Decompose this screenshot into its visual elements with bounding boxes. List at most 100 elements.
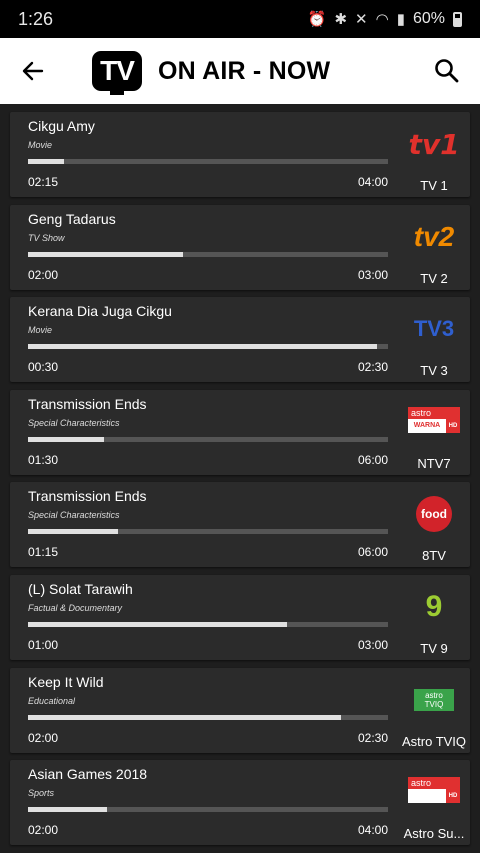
progress-fill bbox=[28, 159, 64, 164]
channel-name: TV 2 bbox=[420, 270, 448, 286]
program-card[interactable]: Transmission Ends Special Characteristics… bbox=[10, 482, 470, 568]
program-card[interactable]: Kerana Dia Juga Cikgu Movie 00:30 02:30 TV3 T… bbox=[10, 297, 470, 383]
program-card[interactable]: Cikgu Amy Movie 02:15 04:00 tv1 TV 1 bbox=[10, 112, 470, 197]
astro-logo-sub: WARNA bbox=[408, 418, 446, 433]
start-time: 00:30 bbox=[28, 360, 59, 375]
end-time: 06:00 bbox=[358, 545, 389, 560]
channel-logo: astro WARNA HD bbox=[406, 402, 462, 442]
program-genre: Special Characteristics bbox=[28, 510, 120, 521]
program-card[interactable]: (L) Solat Tarawih Factual & Documentary 01… bbox=[10, 574, 470, 660]
search-icon bbox=[435, 59, 459, 83]
progress-bar bbox=[28, 529, 388, 535]
food-network-logo: food bbox=[416, 496, 452, 533]
progress-bar bbox=[28, 807, 388, 813]
program-genre: Movie bbox=[28, 325, 53, 336]
program-title: Cikgu Amy bbox=[28, 118, 95, 134]
program-title: (L) Solat Tarawih bbox=[28, 580, 133, 597]
battery-icon bbox=[453, 11, 462, 27]
program-genre: Special Characteristics bbox=[28, 417, 120, 428]
end-time: 04:00 bbox=[358, 823, 389, 838]
tv1-logo: tv1 bbox=[408, 127, 460, 161]
program-card[interactable]: Keep It Wild Educational 02:00 02:30 astro TV… bbox=[10, 667, 470, 753]
program-card[interactable]: Geng Tadarus TV Show 02:00 03:00 tv2 TV 2 bbox=[10, 204, 470, 290]
tviq-logo: astro TVIQ bbox=[414, 688, 454, 711]
back-button[interactable] bbox=[18, 56, 48, 86]
search-button[interactable] bbox=[432, 56, 462, 86]
end-time: 02:30 bbox=[358, 360, 389, 375]
tv3-logo: TV3 bbox=[413, 316, 455, 342]
progress-fill bbox=[28, 529, 118, 535]
hd-badge: HD bbox=[446, 789, 460, 804]
progress-bar bbox=[28, 344, 388, 350]
channel-name: 8TV bbox=[422, 548, 446, 564]
astro-logo: astro HD bbox=[408, 777, 460, 807]
alarm-icon: ⏰ bbox=[307, 11, 327, 28]
program-card[interactable]: Transmission Ends Special Characteristics… bbox=[10, 389, 470, 475]
end-time: 04:00 bbox=[358, 175, 389, 189]
program-card[interactable]: Asian Games 2018 Sports 02:00 04:00 astro HD A… bbox=[10, 760, 470, 846]
progress-fill bbox=[28, 344, 378, 350]
arrow-left-icon bbox=[22, 61, 44, 81]
channel-logo: food bbox=[406, 494, 462, 534]
app-bar: TV ON AIR - NOW bbox=[0, 38, 480, 104]
program-title: Asian Games 2018 bbox=[28, 766, 148, 783]
end-time: 06:00 bbox=[358, 452, 389, 467]
progress-bar bbox=[28, 251, 388, 257]
program-genre: Movie bbox=[28, 140, 53, 150]
program-title: Transmission Ends bbox=[28, 395, 147, 412]
tv-logo: TV bbox=[92, 51, 142, 95]
channel-logo: tv2 bbox=[406, 217, 462, 257]
tv2-logo: tv2 bbox=[413, 220, 455, 252]
program-list: Cikgu Amy Movie 02:15 04:00 tv1 TV 1 Geng Tada… bbox=[0, 104, 480, 846]
channel-name: TV 9 bbox=[420, 640, 448, 656]
status-icons: ⏰ ✱ ✕ ◠ ▮ 60% bbox=[308, 10, 462, 28]
astro-logo-bottom: WARNA HD bbox=[408, 418, 460, 433]
tv9-logo: 9 bbox=[425, 589, 443, 623]
app-brand: TV ON AIR - NOW bbox=[92, 51, 331, 95]
channel-name: Astro TVIQ bbox=[401, 733, 467, 749]
end-time: 03:00 bbox=[358, 637, 389, 652]
progress-bar bbox=[28, 436, 388, 442]
status-time: 1:26 bbox=[18, 8, 54, 29]
channel-name: Astro Su... bbox=[403, 826, 465, 842]
tviq-logo-sub: TVIQ bbox=[424, 699, 444, 709]
channel-logo: astro HD bbox=[406, 772, 462, 812]
astro-logo-top: astro bbox=[408, 406, 460, 419]
program-genre: Sports bbox=[28, 788, 55, 799]
page-title: ON AIR - NOW bbox=[158, 56, 331, 85]
channel-name: TV 3 bbox=[420, 363, 448, 379]
hd-badge: HD bbox=[446, 418, 460, 433]
progress-fill bbox=[28, 436, 104, 442]
start-time: 01:15 bbox=[28, 545, 59, 560]
start-time: 02:00 bbox=[28, 267, 59, 282]
program-title: Kerana Dia Juga Cikgu bbox=[28, 303, 172, 320]
channel-logo: tv1 bbox=[406, 124, 462, 164]
start-time: 01:00 bbox=[28, 637, 59, 652]
astro-logo-bottom: HD bbox=[408, 789, 460, 804]
channel-logo: astro TVIQ bbox=[406, 680, 462, 720]
astro-logo-sub bbox=[408, 789, 446, 804]
bluetooth-icon: ✱ bbox=[334, 11, 348, 28]
start-time: 02:15 bbox=[28, 175, 59, 189]
wifi-icon: ◠ bbox=[375, 11, 389, 28]
program-genre: Educational bbox=[28, 695, 76, 706]
astro-logo-top: astro bbox=[408, 777, 460, 790]
progress-bar bbox=[28, 159, 388, 164]
program-title: Transmission Ends bbox=[28, 488, 147, 505]
program-title: Keep It Wild bbox=[28, 673, 104, 690]
progress-bar bbox=[28, 621, 388, 627]
channel-logo: 9 bbox=[406, 587, 462, 627]
status-bar: 1:26 ⏰ ✱ ✕ ◠ ▮ 60% bbox=[0, 0, 480, 38]
start-time: 02:00 bbox=[28, 823, 59, 838]
channel-name: TV 1 bbox=[420, 178, 448, 193]
progress-fill bbox=[28, 251, 183, 257]
battery-percent: 60% bbox=[412, 10, 445, 27]
end-time: 03:00 bbox=[358, 267, 389, 282]
channel-logo: TV3 bbox=[406, 309, 462, 349]
tviq-logo-top: astro bbox=[425, 690, 443, 700]
mute-icon: ✕ bbox=[355, 11, 368, 28]
start-time: 01:30 bbox=[28, 452, 59, 467]
progress-fill bbox=[28, 621, 288, 627]
progress-fill bbox=[28, 807, 108, 813]
signal-icon: ▮ bbox=[396, 11, 405, 28]
